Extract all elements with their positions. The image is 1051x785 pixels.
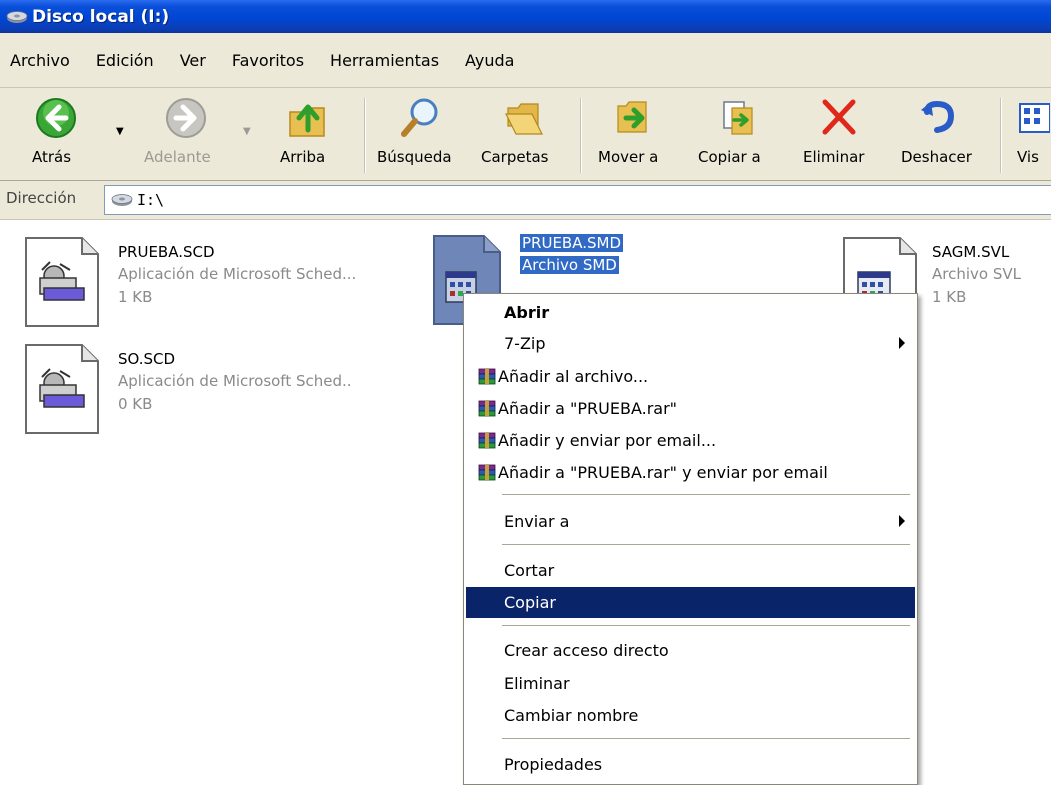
menu-edicion[interactable]: Edición [94, 49, 156, 72]
menu-item-add-to-archive[interactable]: Añadir al archivo... [466, 361, 915, 392]
menu-separator [502, 544, 910, 546]
menu-favoritos[interactable]: Favoritos [230, 49, 306, 72]
undo-icon [921, 100, 955, 133]
toolbar-separator [580, 98, 582, 173]
winrar-icon [478, 368, 496, 384]
menu-item-add-and-email[interactable]: Añadir y enviar por email... [466, 425, 915, 456]
forward-dropdown-icon[interactable]: ▼ [243, 126, 251, 137]
up-button[interactable]: Arriba [270, 88, 340, 181]
forward-label: Adelante [144, 148, 211, 166]
menu-item-delete[interactable]: Eliminar [466, 668, 915, 699]
back-label: Atrás [32, 148, 72, 166]
toolbar-separator [1000, 98, 1002, 173]
forward-button[interactable]: Adelante [136, 88, 236, 181]
menu-separator [502, 494, 910, 496]
menu-ver[interactable]: Ver [178, 49, 208, 72]
file-type: Aplicación de Microsoft Sched.. [118, 372, 352, 390]
menu-item-send-to[interactable]: Enviar a [466, 506, 915, 537]
file-type: Aplicación de Microsoft Sched... [118, 265, 357, 283]
file-name: PRUEBA.SCD [118, 243, 215, 261]
context-menu: Abrir 7-Zip Añadir al archivo... Añadir … [463, 293, 918, 785]
submenu-arrow-icon [899, 337, 905, 349]
menu-item-label: Añadir a "PRUEBA.rar" y enviar por email [498, 463, 828, 482]
search-button[interactable]: Búsqueda [372, 88, 472, 181]
move-to-icon [617, 101, 647, 133]
delete-x-icon [822, 99, 856, 135]
delete-label: Eliminar [803, 148, 865, 166]
schedule-file-icon [25, 237, 99, 327]
file-name: PRUEBA.SMD [520, 234, 623, 252]
move-to-button[interactable]: Mover a [590, 88, 680, 181]
menu-item-copy[interactable]: Copiar [466, 587, 915, 618]
up-label: Arriba [280, 148, 326, 166]
search-label: Búsqueda [377, 148, 452, 166]
menu-archivo[interactable]: Archivo [8, 49, 72, 72]
menu-herramientas[interactable]: Herramientas [328, 49, 441, 72]
menu-item-label: Añadir y enviar por email... [498, 431, 717, 450]
menu-ayuda[interactable]: Ayuda [463, 49, 516, 72]
menu-item-add-to-rar-and-email[interactable]: Añadir a "PRUEBA.rar" y enviar por email [466, 457, 915, 488]
file-size: 1 KB [118, 288, 153, 306]
copy-to-label: Copiar a [698, 148, 761, 166]
file-name: SAGM.SVL [932, 243, 1010, 261]
move-to-label: Mover a [598, 148, 659, 166]
copy-to-button[interactable]: Copiar a [690, 88, 786, 181]
folders-icon [505, 103, 543, 135]
submenu-arrow-icon [899, 515, 905, 527]
menu-item-rename[interactable]: Cambiar nombre [466, 700, 915, 731]
up-folder-icon [289, 104, 325, 137]
undo-label: Deshacer [901, 148, 972, 166]
back-dropdown-icon[interactable]: ▼ [116, 126, 124, 137]
menu-item-properties[interactable]: Propiedades [466, 749, 915, 780]
toolbar-separator [364, 98, 366, 173]
forward-arrow-icon [166, 98, 206, 138]
menu-separator [502, 625, 910, 627]
menu-item-label: Enviar a [504, 512, 570, 531]
address-value: I:\ [137, 191, 165, 209]
file-item[interactable]: SO.SCD Aplicación de Microsoft Sched.. 0… [24, 343, 354, 443]
copy-to-icon [723, 101, 753, 135]
search-icon [401, 98, 438, 137]
menu-item-create-shortcut[interactable]: Crear acceso directo [466, 635, 915, 666]
address-input[interactable]: I:\ [104, 185, 1051, 215]
menu-item-label: 7-Zip [504, 334, 546, 353]
menu-item-add-to-rar[interactable]: Añadir a "PRUEBA.rar" [466, 393, 915, 424]
winrar-icon [478, 400, 496, 416]
toolbar: Atrás ▼ Adelante ▼ Arriba Búsqueda Carpe [0, 88, 1051, 181]
back-button[interactable]: Atrás [14, 88, 94, 181]
delete-button[interactable]: Eliminar [795, 88, 883, 181]
winrar-icon [478, 464, 496, 480]
hard-drive-icon [111, 194, 133, 206]
file-type: Archivo SMD [520, 256, 619, 274]
menu-separator [502, 738, 910, 740]
folders-button[interactable]: Carpetas [478, 88, 570, 181]
folders-label: Carpetas [481, 148, 549, 166]
address-bar: Dirección I:\ [0, 181, 1051, 220]
menu-item-cut[interactable]: Cortar [466, 555, 915, 586]
file-item[interactable]: PRUEBA.SCD Aplicación de Microsoft Sched… [24, 236, 357, 346]
schedule-file-icon [25, 344, 99, 434]
file-size: 0 KB [118, 395, 153, 413]
address-label: Dirección [6, 189, 77, 207]
winrar-icon [478, 432, 496, 448]
title-bar[interactable]: Disco local (I:) [0, 0, 1051, 33]
menu-bar: Archivo Edición Ver Favoritos Herramient… [0, 33, 1051, 88]
file-size: 1 KB [932, 288, 967, 306]
window-title: Disco local (I:) [32, 6, 170, 27]
hard-drive-icon [6, 10, 28, 23]
menu-item-label: Añadir a "PRUEBA.rar" [498, 399, 678, 418]
menu-item-open[interactable]: Abrir [466, 297, 915, 328]
views-icon [1019, 103, 1050, 133]
file-name: SO.SCD [118, 350, 176, 368]
views-button[interactable]: Vis [1010, 88, 1051, 181]
back-arrow-icon [36, 98, 76, 138]
undo-button[interactable]: Deshacer [893, 88, 989, 181]
menu-item-7zip[interactable]: 7-Zip [466, 328, 915, 359]
views-label: Vis [1017, 148, 1039, 166]
menu-item-label: Añadir al archivo... [498, 367, 649, 386]
file-type: Archivo SVL [932, 265, 1021, 283]
